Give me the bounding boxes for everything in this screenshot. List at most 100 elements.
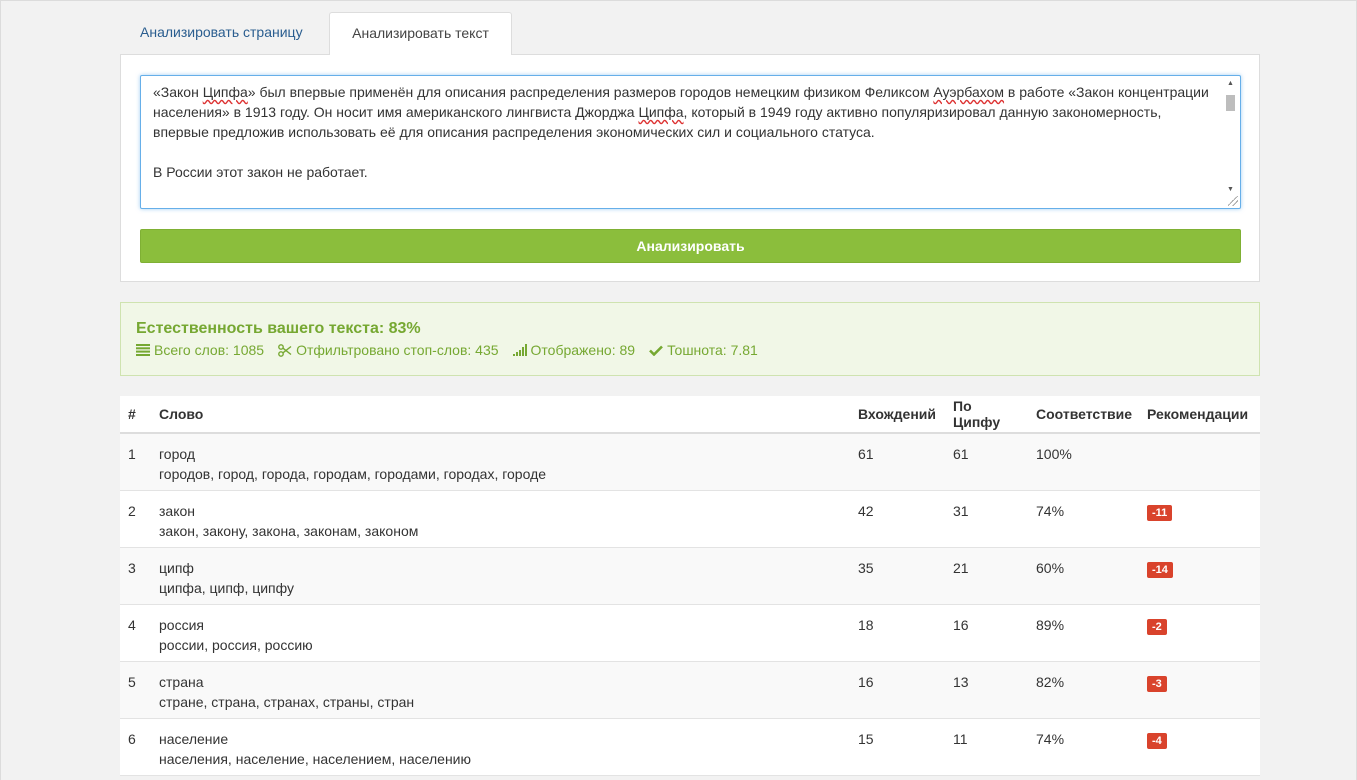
recommendation-badge: -2 <box>1147 618 1167 635</box>
stat-total-words-label: Всего слов: 1085 <box>154 342 265 358</box>
row-match: 60% <box>1028 547 1139 605</box>
row-word-forms: городов, город, города, городам, городам… <box>159 466 547 482</box>
row-num: 3 <box>120 547 151 605</box>
stat-shown: Отображено: 89 <box>512 342 636 358</box>
misspelled-word: Ципфа <box>638 104 684 120</box>
row-word: население <box>159 730 229 747</box>
row-count: 61 <box>850 433 945 491</box>
text-input-panel: «Закон Ципфа» был впервые применён для о… <box>120 54 1260 282</box>
col-header-count[interactable]: Вхождений <box>850 396 945 434</box>
row-word: город <box>159 446 196 462</box>
row-recommendation: -11 <box>1139 490 1260 548</box>
row-recommendation <box>1139 433 1260 491</box>
stat-filtered-label: Отфильтровано стоп-слов: 435 <box>296 342 499 358</box>
row-word-forms: ципфа, ципф, ципфу <box>159 579 295 596</box>
analyzer-container: Анализировать страницу Анализировать тек… <box>120 12 1260 776</box>
row-word-forms: стране, страна, странах, страны, стран <box>159 693 415 710</box>
row-word-cell: население населения, население, население… <box>151 718 850 776</box>
text-paragraph-2: В России этот закон не работает. <box>153 164 368 180</box>
col-header-zipf[interactable]: По Ципфу <box>945 396 1028 434</box>
col-header-num[interactable]: # <box>120 396 151 434</box>
list-icon <box>136 344 150 356</box>
row-count: 18 <box>850 604 945 662</box>
stat-nausea-label: Тошнота: 7.81 <box>667 342 758 358</box>
row-num: 5 <box>120 661 151 719</box>
col-header-recommendations[interactable]: Рекомендации <box>1139 396 1260 434</box>
stat-shown-label: Отображено: 89 <box>530 342 636 358</box>
row-count: 16 <box>850 661 945 719</box>
row-word-cell: страна стране, страна, странах, страны, с… <box>151 661 850 719</box>
naturalness-title: Естественность вашего текста: 83% <box>136 320 421 337</box>
resize-grip-icon[interactable] <box>1228 196 1238 206</box>
row-count: 42 <box>850 490 945 548</box>
row-word-cell: закон закон, закону, закона, законам, зак… <box>151 490 850 548</box>
text-input-area[interactable]: «Закон Ципфа» был впервые применён для о… <box>140 75 1241 209</box>
row-zipf: 31 <box>945 490 1028 548</box>
table-row: 1 город городов, город, города, городам, … <box>120 433 1260 491</box>
scroll-up-arrow-icon[interactable]: ▲ <box>1222 77 1239 91</box>
recommendation-badge: -11 <box>1147 504 1173 521</box>
row-zipf: 11 <box>945 718 1028 776</box>
words-table-container: # Слово Вхождений По Ципфу Соответствие … <box>120 396 1260 776</box>
scroll-down-arrow-icon[interactable]: ▼ <box>1222 183 1239 197</box>
tab-analyze-page[interactable]: Анализировать страницу <box>120 12 323 54</box>
row-count: 15 <box>850 718 945 776</box>
text-fragment: «Закон <box>153 84 203 100</box>
row-zipf: 13 <box>945 661 1028 719</box>
row-word: закон <box>159 502 196 519</box>
recommendation-badge: -4 <box>1147 732 1167 749</box>
row-word-cell: ципф ципфа, ципф, ципфу <box>151 547 850 605</box>
misspelled-word: Ауэрбахом <box>933 84 1005 100</box>
textarea-scrollbar[interactable]: ▲ ▼ <box>1222 77 1239 207</box>
table-row: 3 ципф ципфа, ципф, ципфу 35 21 60% -14 <box>120 547 1260 605</box>
recommendation-badge: -3 <box>1147 675 1167 692</box>
row-match: 100% <box>1028 433 1139 491</box>
row-word-cell: город городов, город, города, городам, го… <box>151 433 850 491</box>
analyze-button[interactable]: Анализировать <box>140 229 1241 263</box>
stat-filtered: Отфильтровано стоп-слов: 435 <box>278 342 499 358</box>
row-word: страна <box>159 673 204 690</box>
result-summary: Естественность вашего текста: 83% Всего … <box>120 302 1260 376</box>
text-input-content[interactable]: «Закон Ципфа» был впервые применён для о… <box>153 82 1221 202</box>
text-paragraph-1: «Закон Ципфа» был впервые применён для о… <box>153 82 1221 142</box>
row-word-forms: населения, население, населением, населе… <box>159 750 471 767</box>
row-recommendation: -3 <box>1139 661 1260 719</box>
tab-bar: Анализировать страницу Анализировать тек… <box>120 12 1260 55</box>
row-num: 2 <box>120 490 151 548</box>
table-header-row: # Слово Вхождений По Ципфу Соответствие … <box>120 396 1260 434</box>
table-row: 2 закон закон, закону, закона, законам, з… <box>120 490 1260 548</box>
row-zipf: 21 <box>945 547 1028 605</box>
check-icon <box>649 345 663 356</box>
row-zipf: 61 <box>945 433 1028 491</box>
row-recommendation: -4 <box>1139 718 1260 776</box>
row-recommendation: -14 <box>1139 547 1260 605</box>
row-word: россия <box>159 616 204 633</box>
col-header-match[interactable]: Соответствие <box>1028 396 1139 434</box>
recommendation-badge: -14 <box>1147 561 1173 578</box>
row-recommendation: -2 <box>1139 604 1260 662</box>
stat-total-words: Всего слов: 1085 <box>136 342 264 358</box>
row-match: 74% <box>1028 490 1139 548</box>
words-table: # Слово Вхождений По Ципфу Соответствие … <box>120 396 1260 776</box>
stats-row: Всего слов: 1085 Отфильтровано стоп-слов… <box>136 342 1244 358</box>
table-row: 6 население населения, население, населен… <box>120 718 1260 776</box>
col-header-word[interactable]: Слово <box>151 396 850 434</box>
misspelled-word: Ципфа <box>202 84 248 100</box>
row-num: 4 <box>120 604 151 662</box>
row-word: ципф <box>159 559 194 576</box>
row-word-forms: закон, закону, закона, законам, законом <box>159 522 419 539</box>
row-num: 6 <box>120 718 151 776</box>
table-row: 4 россия россии, россия, россию 18 16 89%… <box>120 604 1260 662</box>
signal-bars-icon <box>512 344 527 356</box>
row-count: 35 <box>850 547 945 605</box>
row-zipf: 16 <box>945 604 1028 662</box>
scroll-thumb[interactable] <box>1226 95 1235 111</box>
scissors-icon <box>278 343 292 357</box>
row-word-cell: россия россии, россия, россию <box>151 604 850 662</box>
row-word-forms: россии, россия, россию <box>159 636 313 653</box>
tab-analyze-text[interactable]: Анализировать текст <box>329 12 512 55</box>
row-match: 89% <box>1028 604 1139 662</box>
text-fragment: » был впервые применён для описания расп… <box>247 84 934 100</box>
table-row: 5 страна стране, страна, странах, страны,… <box>120 661 1260 719</box>
row-num: 1 <box>120 433 151 491</box>
